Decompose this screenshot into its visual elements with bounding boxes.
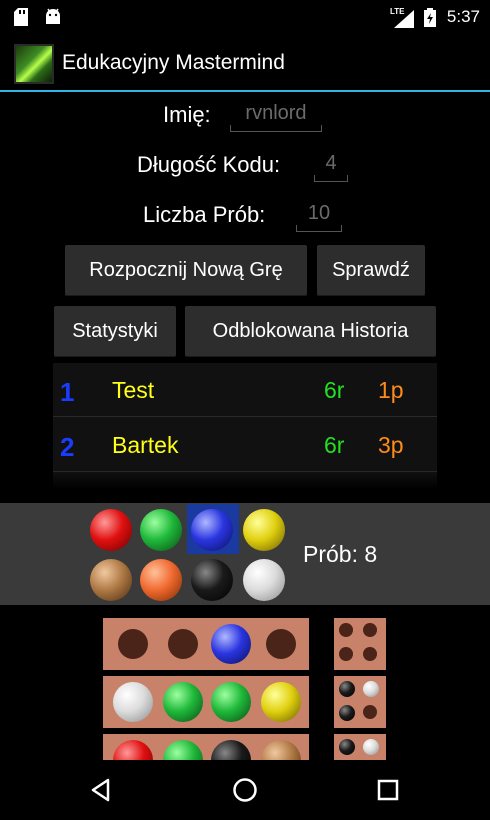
action-bar: Edukacyjny Mastermind	[0, 34, 490, 92]
battery-icon	[424, 8, 436, 27]
palette-ball-brown[interactable]	[90, 559, 132, 601]
sd-card-icon	[14, 8, 28, 26]
home-icon[interactable]	[227, 772, 263, 808]
scores-list[interactable]: 1 Test 6r 1p 2 Bartek 6r 3p	[53, 363, 437, 489]
history-button[interactable]: Odblokowana Historia	[185, 306, 436, 357]
status-bar: LTE 5:37	[0, 0, 490, 34]
hint-black	[339, 681, 355, 697]
empty-peg-hole[interactable]	[266, 629, 296, 659]
correct-count: 6r	[324, 377, 345, 403]
name-input[interactable]: rvnlord	[230, 98, 322, 132]
name-label: Imię:	[163, 102, 211, 127]
hint-empty	[363, 705, 377, 719]
palette-ball-black[interactable]	[191, 559, 233, 601]
player-name: Bartek	[112, 432, 179, 458]
clock: 5:37	[446, 7, 480, 26]
attempts-counter: Prób: 8	[303, 541, 378, 567]
hint-black	[339, 739, 355, 755]
palette-ball-orange[interactable]	[140, 559, 182, 601]
code-length-label: Długość Kodu:	[137, 152, 281, 177]
android-debug-icon	[46, 8, 60, 24]
back-icon[interactable]	[83, 772, 119, 808]
player-name: Test	[112, 377, 155, 403]
hint-pegs	[334, 676, 386, 728]
empty-peg-hole[interactable]	[168, 629, 198, 659]
hint-empty	[339, 623, 353, 637]
palette-ball-red[interactable]	[90, 509, 132, 551]
partial-count: 3p	[378, 432, 404, 458]
code-length-input[interactable]: 4	[314, 148, 348, 182]
peg-yellow[interactable]	[261, 682, 301, 722]
list-fade	[53, 471, 437, 489]
peg-green[interactable]	[211, 682, 251, 722]
hint-black	[339, 705, 355, 721]
hint-empty	[339, 647, 353, 661]
color-palette: Prób: 8	[0, 503, 490, 605]
guess-row[interactable]	[103, 618, 309, 670]
palette-ball-green[interactable]	[140, 509, 182, 551]
tries-label: Liczba Prób:	[143, 202, 266, 227]
hint-empty	[363, 623, 377, 637]
tries-input[interactable]: 10	[296, 198, 342, 232]
score-rank: 2	[60, 432, 75, 462]
empty-peg-hole[interactable]	[118, 629, 148, 659]
recents-icon[interactable]	[370, 772, 406, 808]
hint-white	[363, 739, 379, 755]
new-game-button[interactable]: Rozpocznij Nową Grę	[65, 245, 307, 296]
peg-blue[interactable]	[211, 624, 251, 664]
palette-ball-yellow[interactable]	[243, 509, 285, 551]
palette-ball-blue[interactable]	[191, 509, 233, 551]
correct-count: 6r	[324, 432, 345, 458]
partial-count: 1p	[378, 377, 404, 403]
app-title: Edukacyjny Mastermind	[62, 51, 285, 74]
guess-row[interactable]	[103, 676, 309, 728]
palette-ball-white[interactable]	[243, 559, 285, 601]
list-item[interactable]: 2 Bartek 6r 3p	[53, 418, 437, 472]
peg-green[interactable]	[163, 682, 203, 722]
hint-pegs	[334, 618, 386, 670]
navigation-bar	[0, 760, 490, 820]
signal-icon	[394, 10, 414, 28]
hint-white	[363, 681, 379, 697]
check-button[interactable]: Sprawdź	[317, 245, 425, 296]
peg-white[interactable]	[113, 682, 153, 722]
app-logo-icon	[14, 44, 54, 84]
score-rank: 1	[60, 377, 75, 407]
stats-button[interactable]: Statystyki	[54, 306, 176, 357]
hint-empty	[363, 647, 377, 661]
list-item[interactable]: 1 Test 6r 1p	[53, 363, 437, 417]
